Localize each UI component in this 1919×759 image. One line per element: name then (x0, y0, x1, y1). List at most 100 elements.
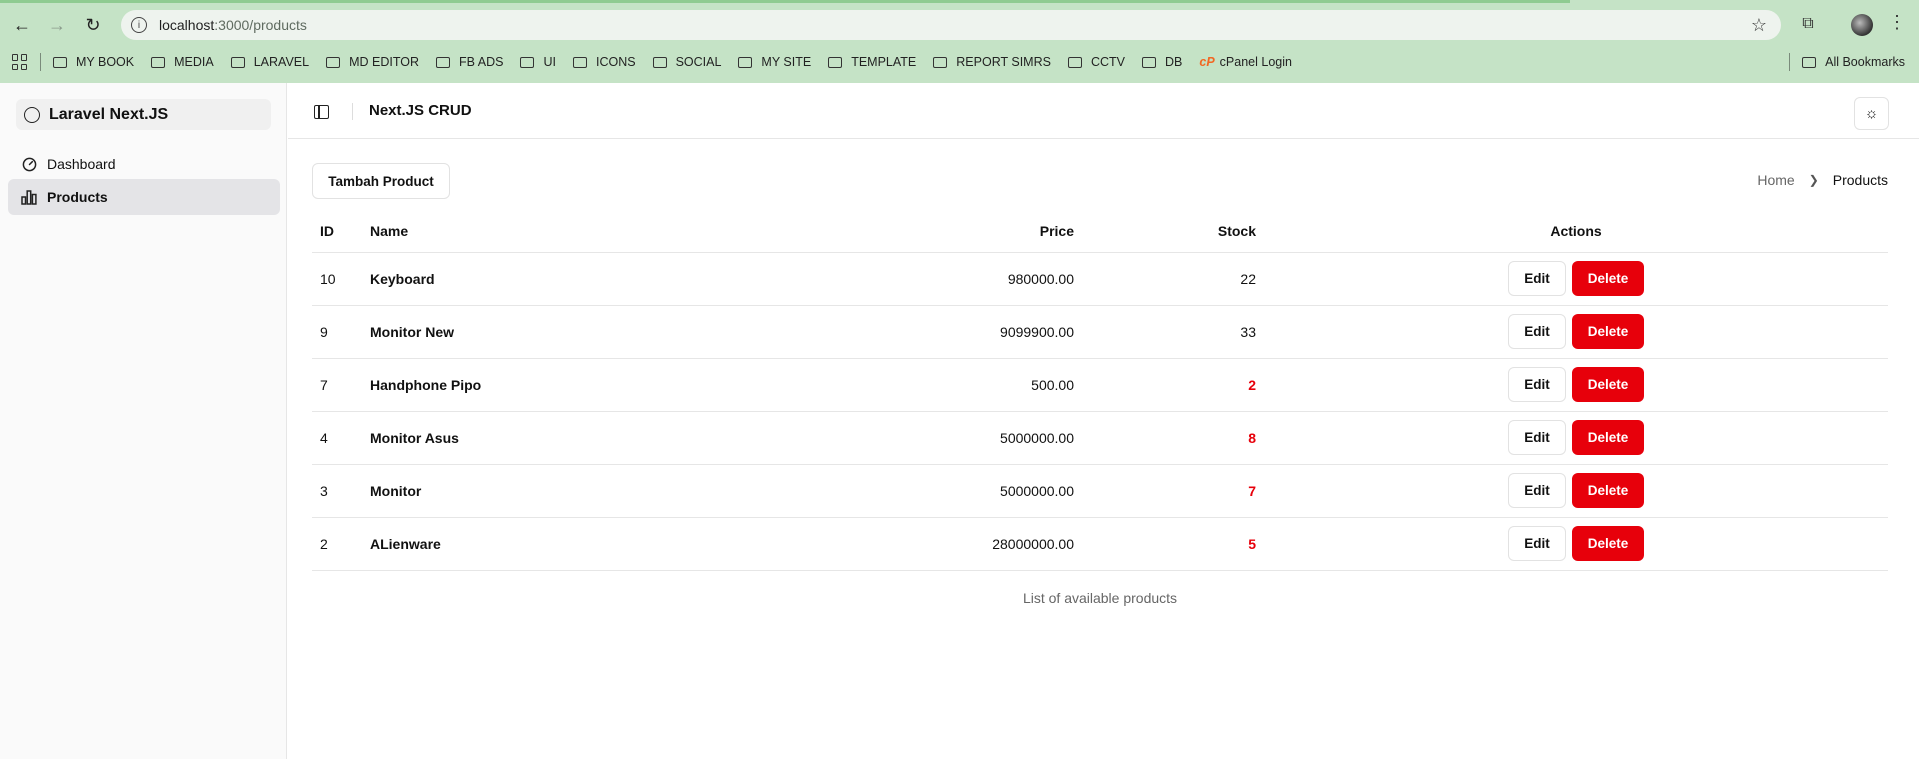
delete-button[interactable]: Delete (1572, 526, 1644, 561)
bookmark-folder[interactable]: ICONS (572, 55, 636, 69)
bookmarks-bar: MY BOOK MEDIA LARAVEL MD EDITOR FB ADS UI ICON… (0, 50, 1919, 74)
bookmark-label: SOCIAL (675, 55, 722, 69)
bookmark-folder[interactable]: CCTV (1067, 55, 1125, 69)
cell-price: 5000000.00 (782, 464, 1082, 518)
cell-id: 2 (312, 517, 362, 571)
column-header-stock: Stock (1082, 210, 1264, 253)
bookmark-folder[interactable]: UI (520, 55, 556, 69)
bookmark-cpanel[interactable]: cP cPanel Login (1199, 55, 1292, 69)
bookmark-label: UI (543, 55, 556, 69)
page-load-progress (0, 0, 1570, 3)
table-header-row: ID Name Price Stock Actions (312, 210, 1888, 253)
back-arrow-icon[interactable]: ← (9, 12, 35, 38)
cell-id: 7 (312, 358, 362, 412)
header-divider (352, 103, 353, 120)
bookmark-label: FB ADS (459, 55, 504, 69)
extensions-icon[interactable]: ⧉ (1797, 13, 1819, 35)
column-header-id: ID (312, 210, 362, 253)
folder-icon (828, 56, 843, 68)
bookmark-label: MD EDITOR (349, 55, 419, 69)
table-row: 10 Keyboard 980000.00 22 Edit Delete (312, 252, 1888, 306)
url-path: :3000/products (214, 17, 307, 33)
sun-icon: ☼ (1864, 105, 1879, 122)
bookmark-folder[interactable]: MD EDITOR (326, 55, 419, 69)
browser-chrome: ← → ↻ i localhost:3000/products ☆ ⧉ ⋮ MY… (0, 0, 1919, 83)
breadcrumb-home[interactable]: Home (1757, 172, 1794, 188)
bookmark-folder[interactable]: MY BOOK (53, 55, 134, 69)
theme-toggle-button[interactable]: ☼ (1854, 97, 1889, 130)
cell-price: 28000000.00 (782, 517, 1082, 571)
edit-button[interactable]: Edit (1508, 420, 1566, 455)
cell-name: Keyboard (362, 252, 782, 306)
products-table: ID Name Price Stock Actions 10 Keyboard 98… (312, 210, 1888, 571)
edit-button[interactable]: Edit (1508, 473, 1566, 508)
cell-stock: 22 (1082, 252, 1264, 306)
delete-button[interactable]: Delete (1572, 473, 1644, 508)
folder-icon (436, 56, 450, 68)
table-row: 7 Handphone Pipo 500.00 2 Edit Delete (312, 358, 1888, 412)
folder-icon (230, 56, 245, 68)
profile-avatar[interactable] (1851, 14, 1873, 36)
bookmark-label: TEMPLATE (851, 55, 917, 69)
breadcrumb-current: Products (1832, 172, 1888, 188)
column-header-price: Price (782, 210, 1082, 253)
bookmark-folder[interactable]: MEDIA (151, 55, 214, 69)
bookmark-label: REPORT SIMRS (956, 55, 1051, 69)
folder-icon (1067, 56, 1082, 68)
bookmark-folder[interactable]: MY SITE (738, 55, 811, 69)
reload-icon[interactable]: ↻ (80, 12, 106, 38)
cell-price: 980000.00 (782, 252, 1082, 306)
edit-button[interactable]: Edit (1508, 526, 1566, 561)
cell-stock: 2 (1082, 358, 1264, 412)
bookmark-folder[interactable]: SOCIAL (652, 55, 722, 69)
bookmark-folder[interactable]: FB ADS (436, 55, 503, 69)
add-product-button[interactable]: Tambah Product (312, 163, 450, 199)
sidebar-item-dashboard[interactable]: Dashboard (8, 146, 280, 182)
edit-button[interactable]: Edit (1508, 367, 1566, 402)
bookmark-folder[interactable]: DB (1142, 55, 1182, 69)
sidebar-item-label: Products (47, 189, 108, 205)
edit-button[interactable]: Edit (1508, 314, 1566, 349)
address-bar[interactable]: i localhost:3000/products ☆ (121, 10, 1781, 40)
bookmark-folders: MY BOOK MEDIA LARAVEL MD EDITOR FB ADS UI ICON… (53, 55, 1199, 69)
sidebar-toggle-icon[interactable] (314, 105, 329, 119)
cell-price: 500.00 (782, 358, 1082, 412)
bookmark-label: LARAVEL (253, 55, 310, 69)
bookmarks-divider (1789, 53, 1790, 71)
sidebar-item-products[interactable]: Products (8, 179, 280, 215)
folder-icon (53, 56, 67, 68)
edit-button[interactable]: Edit (1508, 261, 1566, 296)
cell-price: 9099900.00 (782, 305, 1082, 359)
delete-button[interactable]: Delete (1572, 261, 1644, 296)
cell-price: 5000000.00 (782, 411, 1082, 465)
cell-name: ALienware (362, 517, 782, 571)
brand-logo-icon (24, 106, 40, 123)
site-info-icon[interactable]: i (131, 17, 147, 33)
bookmark-folder[interactable]: REPORT SIMRS (933, 55, 1051, 69)
all-bookmarks[interactable]: All Bookmarks (1802, 55, 1905, 69)
bookmark-star-icon[interactable]: ☆ (1751, 15, 1767, 36)
forward-arrow-icon[interactable]: → (44, 12, 70, 38)
bookmark-folder[interactable]: LARAVEL (230, 55, 310, 69)
apps-grid-icon[interactable] (12, 54, 28, 70)
cell-actions: Edit Delete (1264, 464, 1888, 518)
delete-button[interactable]: Delete (1572, 367, 1644, 402)
cell-actions: Edit Delete (1264, 358, 1888, 412)
bookmark-label: MY BOOK (76, 55, 135, 69)
cell-actions: Edit Delete (1264, 517, 1888, 571)
bookmark-label: CCTV (1090, 55, 1125, 69)
delete-button[interactable]: Delete (1572, 314, 1644, 349)
column-header-actions: Actions (1264, 210, 1888, 253)
bookmark-label: ICONS (595, 55, 636, 69)
brand-name: Laravel Next.JS (49, 105, 169, 123)
delete-button[interactable]: Delete (1572, 420, 1644, 455)
sidebar-brand[interactable]: Laravel Next.JS (16, 99, 271, 130)
folder-icon (933, 56, 948, 68)
page-title: Next.JS CRUD (369, 102, 472, 119)
address-url[interactable]: localhost:3000/products (159, 17, 307, 33)
cell-id: 4 (312, 411, 362, 465)
column-header-name: Name (362, 210, 782, 253)
bookmark-folder[interactable]: TEMPLATE (828, 55, 916, 69)
browser-menu-icon[interactable]: ⋮ (1888, 12, 1906, 33)
cell-stock: 33 (1082, 305, 1264, 359)
